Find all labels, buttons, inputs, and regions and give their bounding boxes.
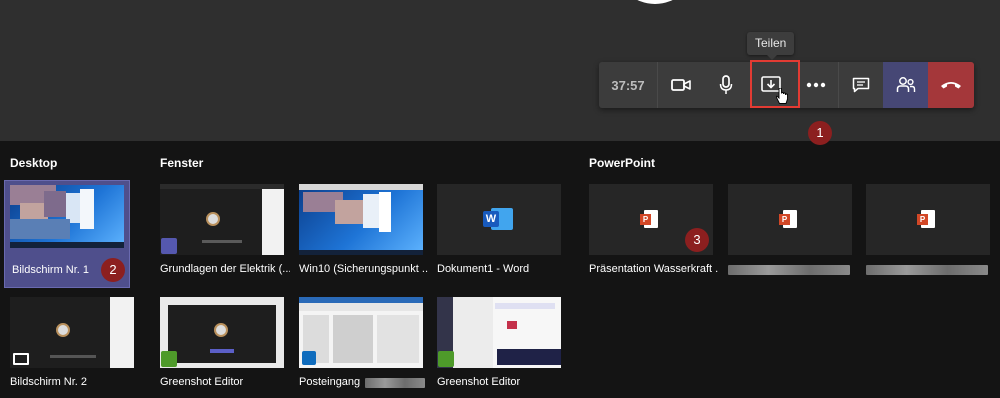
screen-1-thumbnail: [10, 185, 124, 248]
redacted-text: [866, 265, 988, 275]
powerpoint-file-icon: P: [779, 210, 797, 228]
tile-label: Präsentation Wasserkraft ...: [589, 263, 719, 275]
screen-share-icon: [13, 353, 29, 365]
window-tile-grundlagen[interactable]: Grundlagen der Elektrik (...: [160, 184, 290, 275]
participant-avatar: [616, 0, 694, 4]
greenshot-icon: [438, 351, 454, 367]
microphone-icon: [719, 75, 732, 94]
section-desktop-title: Desktop: [10, 156, 58, 170]
window-thumbnail: [160, 184, 284, 255]
tile-label: Bildschirm Nr. 2: [10, 376, 88, 388]
window-thumbnail: [299, 297, 423, 368]
hang-up-button[interactable]: [928, 62, 974, 108]
tile-label: Greenshot Editor: [160, 376, 244, 388]
window-thumbnail: [160, 297, 284, 368]
annotation-badge-3: 3: [685, 228, 709, 252]
camera-icon: [670, 79, 691, 91]
tile-label: Dokument1 - Word: [437, 263, 530, 275]
section-powerpoint-title: PowerPoint: [589, 156, 656, 170]
camera-button[interactable]: [658, 62, 703, 108]
redacted-text: [728, 265, 850, 275]
annotation-badge-1: 1: [808, 121, 832, 145]
outlook-icon: [302, 351, 316, 365]
teams-icon: [161, 238, 177, 254]
powerpoint-tile-2[interactable]: P: [728, 184, 852, 275]
window-tile-greenshot-2[interactable]: Greenshot Editor: [437, 297, 561, 388]
powerpoint-thumbnail: P: [728, 184, 852, 255]
share-tooltip: Teilen: [747, 32, 795, 60]
chat-icon: [852, 77, 870, 93]
greenshot-icon: [161, 351, 177, 367]
powerpoint-tile-3[interactable]: P: [866, 184, 990, 275]
powerpoint-file-icon: P: [640, 210, 658, 228]
tile-label: Greenshot Editor: [437, 376, 521, 388]
participants-icon: [896, 77, 915, 92]
share-tray-button[interactable]: [748, 60, 800, 108]
hang-up-icon: [941, 82, 961, 89]
call-control-bar: 37:57: [599, 60, 974, 108]
window-thumbnail: [437, 297, 561, 368]
microphone-button[interactable]: [703, 62, 748, 108]
powerpoint-thumbnail: P: [866, 184, 990, 255]
window-thumbnail: [299, 184, 423, 255]
window-tile-win10[interactable]: Win10 (Sicherungspunkt ...: [299, 184, 429, 275]
call-stage: Teilen 37:57 1: [0, 0, 1000, 145]
word-icon: W: [483, 207, 513, 231]
window-tile-greenshot-1[interactable]: Greenshot Editor: [160, 297, 284, 388]
window-tile-word[interactable]: W Dokument1 - Word: [437, 184, 561, 275]
section-windows-title: Fenster: [160, 156, 204, 170]
tile-label: Win10 (Sicherungspunkt ...: [299, 263, 429, 275]
annotation-badge-2: 2: [101, 258, 125, 282]
screen-2-thumbnail: [10, 297, 134, 368]
desktop-tile-screen-2[interactable]: Bildschirm Nr. 2: [10, 297, 134, 388]
participants-button[interactable]: [883, 62, 928, 108]
more-options-button[interactable]: [793, 62, 838, 108]
window-tile-posteingang[interactable]: Posteingang: [299, 297, 425, 388]
more-options-icon: [806, 82, 825, 88]
redacted-text: [365, 378, 425, 388]
chat-button[interactable]: [838, 62, 883, 108]
window-thumbnail: W: [437, 184, 561, 255]
tile-label: Grundlagen der Elektrik (...: [160, 263, 290, 275]
call-timer: 37:57: [599, 62, 658, 108]
powerpoint-file-icon: P: [917, 210, 935, 228]
